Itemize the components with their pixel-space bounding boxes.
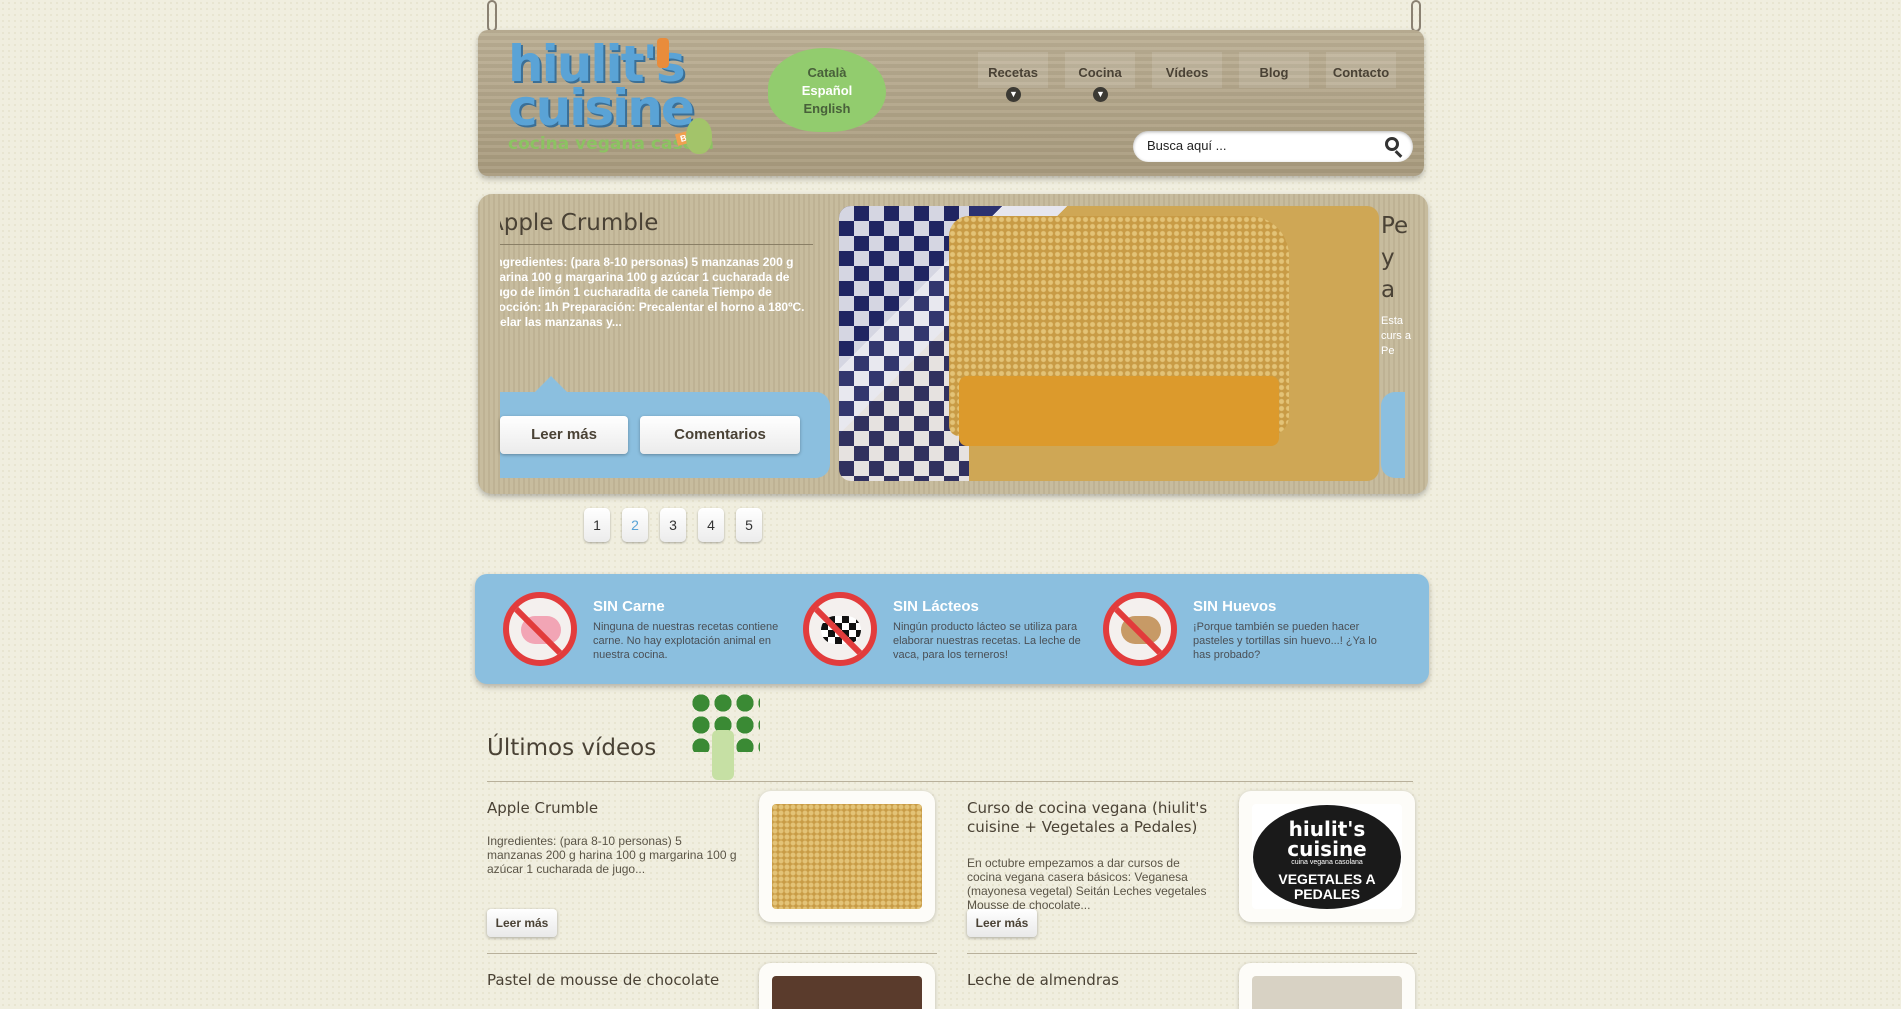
search-icon[interactable] (1385, 137, 1399, 151)
video-title[interactable]: Pastel de mousse de chocolate (487, 971, 757, 990)
feature-text: ¡Porque también se pueden hacer pasteles… (1193, 621, 1377, 661)
video-thumbnail[interactable] (1239, 963, 1415, 1009)
broccoli-stem (712, 730, 734, 780)
next-slide-peek: Pe y a Esta curs a Pe veg (par (1381, 210, 1411, 360)
page-5-button[interactable]: 5 (736, 508, 762, 542)
lang-english[interactable]: English (768, 100, 886, 118)
chevron-down-icon[interactable]: ▼ (1093, 87, 1108, 102)
language-switcher: Català Español English (768, 48, 886, 132)
video-title[interactable]: Leche de almendras (967, 971, 1237, 990)
lang-espanol[interactable]: Español (768, 82, 886, 100)
no-egg-icon (1103, 592, 1177, 666)
nav-videos[interactable]: Vídeos (1152, 52, 1222, 88)
no-cow-icon (803, 592, 877, 666)
feature-text: Ningún producto lácteo se utiliza para e… (893, 621, 1081, 661)
mousse-thumbnail-image (772, 976, 922, 1009)
course-logo-line3: VEGETALES A PEDALES (1278, 870, 1376, 902)
crumble-thumbnail-image (772, 804, 922, 909)
featured-slider: Apple Crumble Ingredientes: (para 8-10 p… (478, 194, 1428, 494)
feature-title: SIN Lácteos (893, 598, 979, 615)
next-slide-title: Pe y a (1381, 213, 1409, 303)
lang-catala[interactable]: Català (768, 64, 886, 82)
page-1-button[interactable]: 1 (584, 508, 610, 542)
video-title[interactable]: Apple Crumble (487, 799, 757, 818)
page-2-button[interactable]: 2 (622, 508, 648, 542)
video-thumbnail[interactable] (759, 963, 935, 1009)
carrot-icon (657, 38, 669, 68)
pear-mascot-icon (686, 118, 712, 154)
header: hiulit's cuisine cocina vegana casera BE… (478, 30, 1424, 176)
page-3-button[interactable]: 3 (660, 508, 686, 542)
divider (487, 953, 937, 954)
nav-blog[interactable]: Blog (1239, 52, 1309, 88)
next-slide-actions (1381, 392, 1405, 478)
divider (967, 953, 1417, 954)
next-slide-desc: Esta curs a Pe veg (par (1381, 315, 1411, 357)
search-box (1133, 131, 1413, 162)
divider (487, 781, 1413, 782)
video-thumbnail[interactable]: hiulit's cuisine cuina vegana casolana V… (1239, 791, 1415, 922)
video-excerpt: Ingredientes: (para 8-10 personas) 5 man… (487, 834, 737, 876)
features-banner: SIN Carne Ninguna de nuestras recetas co… (475, 574, 1429, 684)
page-4-button[interactable]: 4 (698, 508, 724, 542)
slide-actions: Leer más Comentarios (500, 376, 830, 478)
read-more-button[interactable]: Leer más (487, 909, 557, 937)
nav-recetas[interactable]: Recetas ▼ (978, 52, 1048, 102)
feature-title: SIN Huevos (1193, 598, 1277, 615)
main-nav: Recetas ▼ Cocina ▼ Vídeos Blog Contacto (978, 52, 1413, 102)
video-title[interactable]: Curso de cocina vegana (hiulit's cuisine… (967, 799, 1237, 837)
video-thumbnail[interactable] (759, 791, 935, 922)
read-more-button[interactable]: Leer más (967, 909, 1037, 937)
nav-cocina[interactable]: Cocina ▼ (1065, 52, 1135, 102)
slide-description: Ingredientes: (para 8-10 personas) 5 man… (500, 255, 805, 329)
chevron-down-icon[interactable]: ▼ (1006, 87, 1021, 102)
page: hiulit's cuisine cocina vegana casera BE… (475, 0, 1433, 1009)
feature-title: SIN Carne (593, 598, 665, 615)
course-logo-line2: cuina vegana casolana (1291, 858, 1363, 866)
nav-cocina-label: Cocina (1078, 65, 1122, 80)
course-logo-line1: hiulit's cuisine (1287, 816, 1367, 861)
nav-recetas-label: Recetas (988, 65, 1038, 80)
course-logo-image: hiulit's cuisine cuina vegana casolana V… (1252, 804, 1402, 909)
slider-pagination: 1 2 3 4 5 (584, 508, 774, 542)
read-more-button[interactable]: Leer más (500, 416, 628, 454)
hanging-ring-right (1411, 0, 1421, 32)
feature-text: Ninguna de nuestras recetas contiene car… (593, 621, 779, 661)
search-input[interactable] (1147, 138, 1367, 153)
apple-filling-image (959, 376, 1279, 446)
almond-milk-thumbnail-image (1252, 976, 1402, 1009)
comments-button[interactable]: Comentarios (640, 416, 800, 454)
latest-videos-title: Últimos vídeos (487, 735, 657, 761)
course-logo: hiulit's cuisine cuina vegana casolana V… (1253, 804, 1401, 909)
video-excerpt: En octubre empezamos a dar cursos de coc… (967, 856, 1207, 912)
no-pig-icon (503, 592, 577, 666)
slide-photo[interactable] (839, 206, 1379, 481)
slide-title[interactable]: Apple Crumble (500, 210, 813, 245)
nav-contacto[interactable]: Contacto (1326, 52, 1396, 88)
hanging-ring-left (487, 0, 497, 32)
nav-contacto-label: Contacto (1332, 65, 1390, 80)
nav-blog-label: Blog (1259, 65, 1289, 80)
nav-videos-label: Vídeos (1165, 65, 1209, 80)
